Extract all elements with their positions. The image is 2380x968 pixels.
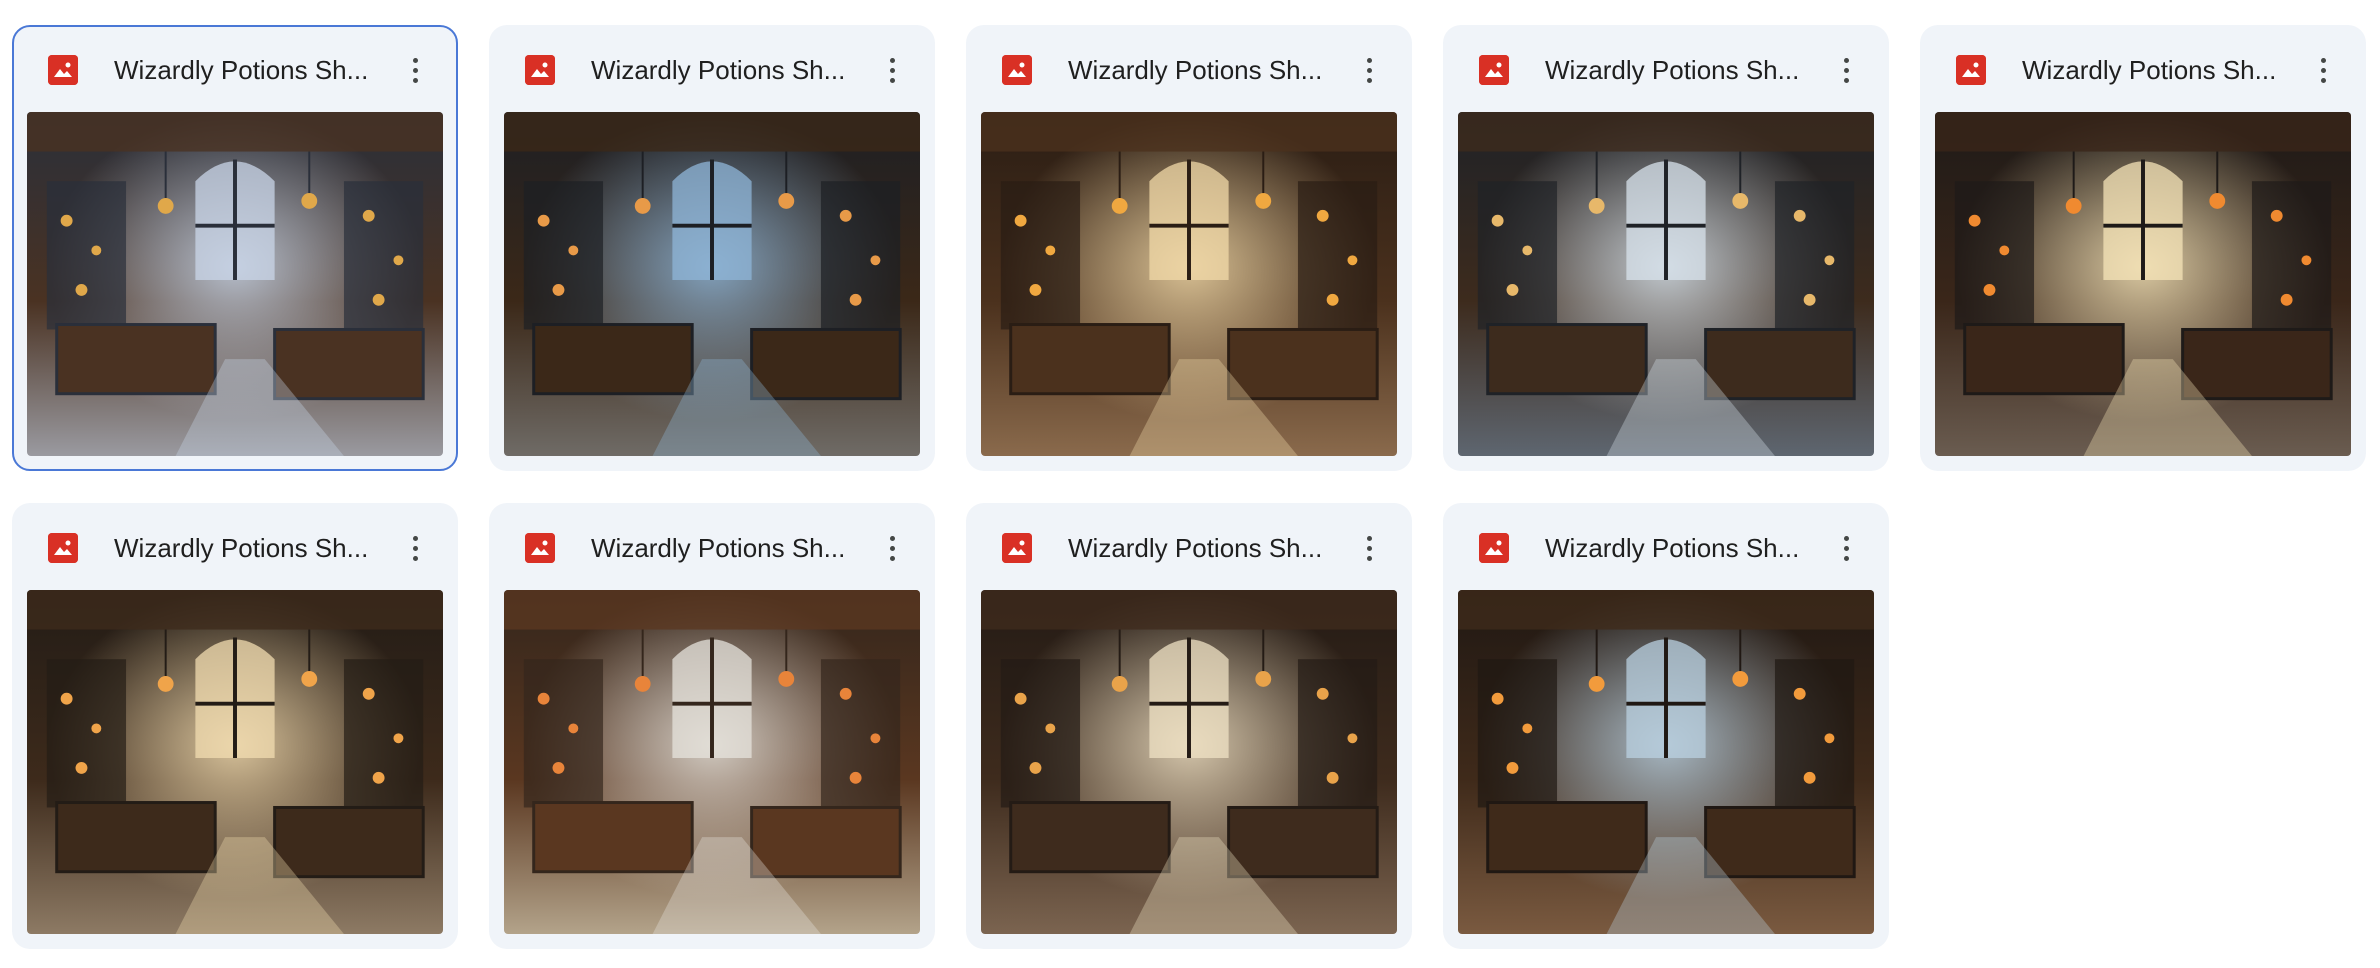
- file-name: Wizardly Potions Sh...: [591, 533, 846, 563]
- file-name: Wizardly Potions Sh...: [1068, 55, 1323, 85]
- image-file-icon: [525, 533, 555, 563]
- potion-shop-illustration: [27, 112, 443, 456]
- image-file-icon: [48, 55, 78, 85]
- image-file-icon: [1479, 533, 1509, 563]
- file-card-header: Wizardly Potions Sh...: [1922, 27, 2364, 113]
- file-name: Wizardly Potions Sh...: [1545, 533, 1800, 563]
- image-file-icon: [1002, 55, 1032, 85]
- potion-shop-illustration: [1458, 590, 1874, 934]
- file-card[interactable]: Wizardly Potions Sh...: [12, 503, 458, 949]
- image-file-icon: [525, 55, 555, 85]
- potion-shop-illustration: [1935, 112, 2351, 456]
- more-options-icon[interactable]: [875, 531, 909, 565]
- more-options-icon[interactable]: [2306, 53, 2340, 87]
- potion-shop-illustration: [981, 590, 1397, 934]
- file-grid: Wizardly Potions Sh... Wizardly Potions …: [12, 25, 2366, 949]
- file-thumbnail[interactable]: [981, 590, 1397, 934]
- file-thumbnail[interactable]: [1458, 112, 1874, 456]
- file-card[interactable]: Wizardly Potions Sh...: [489, 25, 935, 471]
- file-card[interactable]: Wizardly Potions Sh...: [489, 503, 935, 949]
- more-options-icon[interactable]: [398, 53, 432, 87]
- file-card[interactable]: Wizardly Potions Sh...: [966, 25, 1412, 471]
- more-options-icon[interactable]: [1352, 531, 1386, 565]
- file-card-header: Wizardly Potions Sh...: [1445, 505, 1887, 591]
- file-card[interactable]: Wizardly Potions Sh...: [1920, 25, 2366, 471]
- more-options-icon[interactable]: [875, 53, 909, 87]
- file-thumbnail[interactable]: [981, 112, 1397, 456]
- file-thumbnail[interactable]: [1458, 590, 1874, 934]
- file-name: Wizardly Potions Sh...: [591, 55, 846, 85]
- file-thumbnail[interactable]: [504, 590, 920, 934]
- file-card-header: Wizardly Potions Sh...: [491, 27, 933, 113]
- file-card-header: Wizardly Potions Sh...: [1445, 27, 1887, 113]
- potion-shop-illustration: [504, 112, 920, 456]
- file-thumbnail[interactable]: [27, 590, 443, 934]
- file-card-header: Wizardly Potions Sh...: [968, 505, 1410, 591]
- file-thumbnail[interactable]: [1935, 112, 2351, 456]
- file-card-header: Wizardly Potions Sh...: [491, 505, 933, 591]
- file-card[interactable]: Wizardly Potions Sh...: [1443, 503, 1889, 949]
- more-options-icon[interactable]: [398, 531, 432, 565]
- file-card[interactable]: Wizardly Potions Sh...: [966, 503, 1412, 949]
- image-file-icon: [1479, 55, 1509, 85]
- file-name: Wizardly Potions Sh...: [114, 533, 369, 563]
- image-file-icon: [48, 533, 78, 563]
- file-name: Wizardly Potions Sh...: [1545, 55, 1800, 85]
- potion-shop-illustration: [981, 112, 1397, 456]
- more-options-icon[interactable]: [1829, 53, 1863, 87]
- file-card-header: Wizardly Potions Sh...: [14, 505, 456, 591]
- file-card[interactable]: Wizardly Potions Sh...: [12, 25, 458, 471]
- potion-shop-illustration: [1458, 112, 1874, 456]
- file-name: Wizardly Potions Sh...: [1068, 533, 1323, 563]
- file-name: Wizardly Potions Sh...: [2022, 55, 2277, 85]
- file-name: Wizardly Potions Sh...: [114, 55, 369, 85]
- file-card[interactable]: Wizardly Potions Sh...: [1443, 25, 1889, 471]
- file-thumbnail[interactable]: [504, 112, 920, 456]
- image-file-icon: [1002, 533, 1032, 563]
- potion-shop-illustration: [27, 590, 443, 934]
- file-card-header: Wizardly Potions Sh...: [968, 27, 1410, 113]
- potion-shop-illustration: [504, 590, 920, 934]
- file-thumbnail[interactable]: [27, 112, 443, 456]
- image-file-icon: [1956, 55, 1986, 85]
- more-options-icon[interactable]: [1829, 531, 1863, 565]
- file-card-header: Wizardly Potions Sh...: [14, 27, 456, 113]
- more-options-icon[interactable]: [1352, 53, 1386, 87]
